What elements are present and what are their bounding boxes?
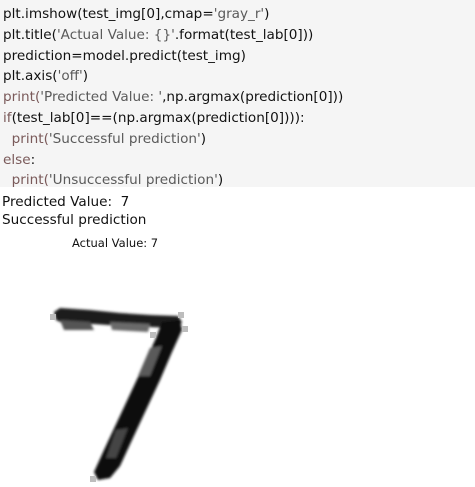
code-token: else [3,151,31,168]
code-token: ) [82,68,89,85]
code-token: 'gray_r' [213,6,265,22]
code-token: 'Predicted Value: ' [40,89,163,106]
code-token: ) [200,130,207,147]
prediction-result-output: Successful prediction [2,211,147,228]
code-token: print( [3,172,49,189]
figure-title: Actual Value: 7 [72,236,159,250]
code-token: prediction=model.predict(test_img) [3,47,246,64]
predicted-value-output: Predicted Value: 7 [2,194,130,210]
code-token: ,np.argmax(prediction[0])) [162,89,344,106]
code-line: plt.title('Actual Value: {}'.format(test… [3,25,475,46]
code-line: if(test_lab[0]==(np.argmax(prediction[0]… [3,108,475,129]
digit-seven-strokes [54,308,182,480]
code-token: plt.axis( [3,68,58,85]
code-token: ) [264,6,270,22]
code-token: .format(test_lab[0])) [174,26,314,43]
code-cell[interactable]: plt.imshow(test_img[0],cmap='gray_r') plt… [0,0,475,188]
code-line: print('Successful prediction') [3,129,475,150]
digit-image [50,308,188,482]
notebook-view: plt.imshow(test_img[0],cmap='gray_r') plt… [0,0,475,487]
code-line: plt.imshow(test_img[0],cmap='gray_r') [3,4,475,25]
code-token: print( [3,130,49,147]
code-token: ) [217,172,224,189]
code-line: print('Unsuccessful prediction') [3,170,475,191]
output-area: Predicted Value: 7 Successful prediction [0,194,475,229]
code-token: 'Actual Value: {}' [56,26,175,43]
code-token: : [30,151,36,168]
code-token: 'Successful prediction' [48,130,201,147]
code-token: 'Unsuccessful prediction' [48,172,218,189]
code-token: plt.imshow(test_img[0],cmap= [3,6,214,22]
code-token: 'off' [57,68,83,85]
code-token: if [3,109,12,126]
code-line: print('Predicted Value: ',np.argmax(pred… [3,87,475,108]
code-line: plt.axis('off') [3,66,475,87]
code-token: print( [3,89,41,106]
code-line: else: [3,150,475,171]
code-line: prediction=model.predict(test_img) [3,46,475,67]
code-token: (test_lab[0]==(np.argmax(prediction[0]))… [11,109,305,126]
code-token: plt.title( [3,26,57,43]
